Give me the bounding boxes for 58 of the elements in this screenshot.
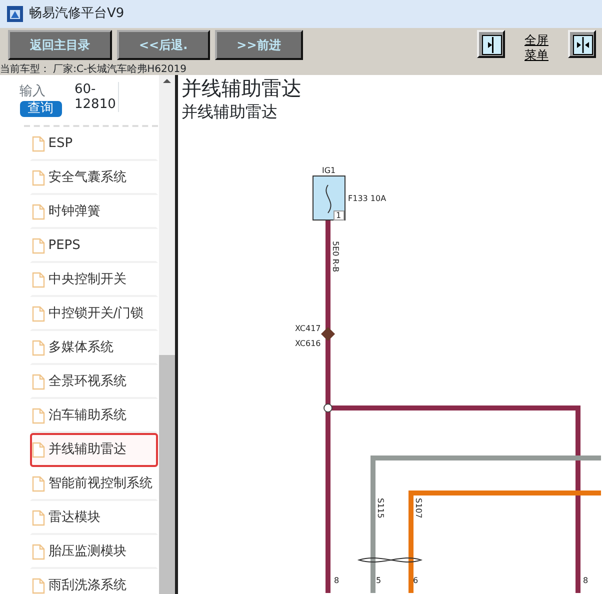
connector-label: XC616 (295, 339, 322, 348)
fuse-drawing (312, 176, 346, 220)
search-button[interactable]: 查询 (20, 101, 62, 117)
scrollbar[interactable] (159, 75, 175, 594)
document-icon (32, 340, 45, 356)
diagram-title: 并线辅助雷达 (181, 101, 278, 123)
pin-marker (334, 210, 345, 220)
toolbar-button[interactable]: >>前进 (214, 30, 303, 60)
sidebar-item[interactable]: 胎压监测模块 (30, 535, 158, 569)
window-title: 畅易汽修平台V9 (29, 5, 124, 24)
sidebar-item[interactable]: 智能前视控制系统 (30, 467, 158, 501)
document-icon (32, 306, 45, 322)
document-icon (32, 204, 45, 220)
sidebar-item[interactable]: ESP (30, 127, 158, 161)
document-icon (32, 238, 45, 254)
search-label: 输入 (20, 82, 46, 100)
twisted-pair-symbol (358, 558, 422, 562)
page-title: 并线辅助雷达 (181, 75, 302, 101)
wire-label: S107 (414, 498, 424, 518)
connector-label: XC417 (295, 324, 322, 333)
document-icon (32, 578, 45, 594)
fuse-rating-label: F133 10A (348, 194, 386, 203)
sidebar-item[interactable]: 安全气囊系统 (30, 161, 158, 195)
connector-icon (321, 327, 336, 341)
document-icon (32, 374, 45, 390)
pin-number: 8 (583, 576, 588, 585)
collapse-button[interactable] (568, 30, 596, 58)
sidebar-item[interactable]: PEPS (30, 229, 158, 263)
sidebar-item[interactable]: 中央控制开关 (30, 263, 158, 297)
wire-label: 5E0 R-B (331, 241, 340, 272)
expand-button[interactable] (477, 30, 505, 58)
wire-label: S115 (376, 498, 386, 518)
fullscreen-menu-link[interactable]: 全屏 菜单 (524, 33, 548, 62)
document-icon (32, 544, 45, 560)
document-icon (32, 408, 45, 424)
sidebar-item[interactable]: 中控锁开关/门锁 (30, 297, 158, 331)
search-input-field[interactable]: 60-12810 (74, 82, 118, 112)
pin-number: 8 (334, 576, 340, 585)
sidebar-item[interactable]: 雷达模块 (30, 501, 158, 535)
car-model-label: 当前车型： 厂家:C-长城汽车哈弗H62019 (0, 64, 602, 75)
document-icon (32, 510, 45, 526)
pin-number: 5 (376, 576, 382, 585)
pin-number: 6 (413, 576, 418, 585)
document-icon (32, 170, 45, 186)
toolbar-button[interactable]: <<后退. (117, 30, 210, 60)
document-icon (32, 272, 45, 288)
sidebar-item[interactable]: 并线辅助雷达 (30, 433, 158, 467)
app-logo-icon (6, 6, 22, 22)
document-icon (32, 476, 45, 492)
toolbar-button[interactable]: 返回主目录 (8, 30, 112, 60)
pin-number: 1 (336, 211, 342, 220)
sidebar-item[interactable]: 时钟弹簧 (30, 195, 158, 229)
sidebar-item[interactable]: 全景环视系统 (30, 365, 158, 399)
fuse-label: IG1 (322, 166, 336, 175)
splice-node (324, 404, 333, 412)
document-icon (32, 442, 45, 458)
sidebar-item[interactable]: 多媒体系统 (30, 331, 158, 365)
document-icon (32, 136, 45, 152)
